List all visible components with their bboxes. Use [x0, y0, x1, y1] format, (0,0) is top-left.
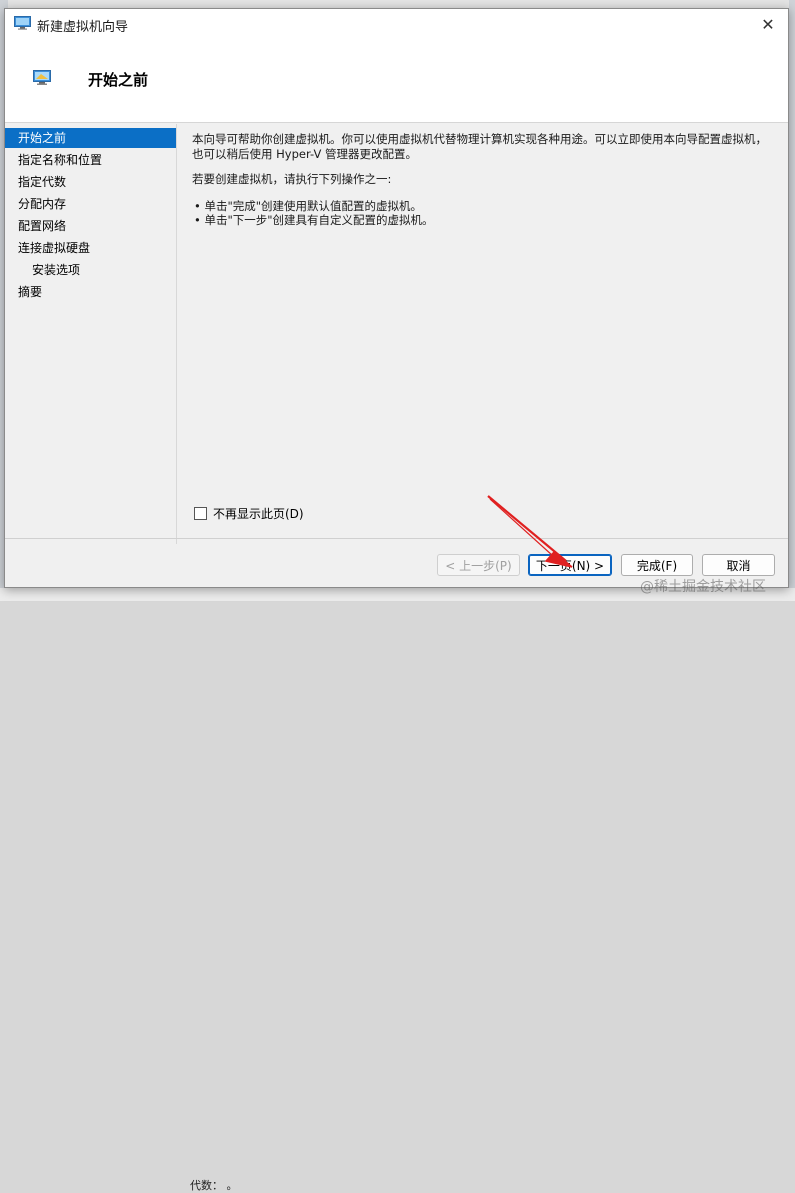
bullet-finish: • 单击"完成"创建使用默认值配置的虚拟机。	[194, 199, 423, 213]
window-title: 新建虚拟机向导	[37, 20, 129, 35]
close-icon: ✕	[761, 14, 775, 34]
finish-button[interactable]: 完成(F)	[621, 554, 693, 576]
nav-item-generation[interactable]: 指定代数	[5, 172, 176, 192]
nav-item-name-location[interactable]: 指定名称和位置	[5, 150, 176, 170]
wizard-header: 开始之前	[5, 39, 788, 123]
intro-paragraph: 本向导可帮助你创建虚拟机。你可以使用虚拟机代替物理计算机实现各种用途。可以立即使…	[192, 132, 767, 161]
cancel-button[interactable]: 取消	[702, 554, 775, 576]
dont-show-again-checkbox[interactable]	[194, 507, 207, 520]
dont-show-again-label[interactable]: 不再显示此页(D)	[213, 505, 304, 522]
nav-item-install-options[interactable]: 安装选项	[5, 260, 176, 280]
wizard-step-nav: 开始之前 指定名称和位置 指定代数 分配内存 配置网络 连接虚拟硬盘 安装选项 …	[5, 124, 177, 544]
monitor-icon	[33, 70, 51, 85]
nav-item-network[interactable]: 配置网络	[5, 216, 176, 236]
monitor-icon	[14, 16, 31, 30]
close-button[interactable]: ✕	[748, 9, 788, 39]
background-right-edge	[789, 0, 795, 601]
nav-item-virtual-disk[interactable]: 连接虚拟硬盘	[5, 238, 176, 258]
next-button[interactable]: 下一页(N) >	[528, 554, 612, 576]
instruction-paragraph: 若要创建虚拟机，请执行下列操作之一:	[192, 172, 392, 186]
nav-item-memory[interactable]: 分配内存	[5, 194, 176, 214]
dont-show-again-row[interactable]: 不再显示此页(D)	[194, 505, 304, 522]
previous-button[interactable]: < 上一步(P)	[437, 554, 520, 576]
watermark-text: @稀土掘金技术社区	[640, 579, 766, 595]
page-title: 开始之前	[88, 71, 149, 89]
nav-item-summary[interactable]: 摘要	[5, 282, 176, 302]
bullet-next: • 单击"下一步"创建具有自定义配置的虚拟机。	[194, 213, 434, 227]
nav-item-before-you-begin[interactable]: 开始之前	[5, 128, 176, 148]
new-vm-wizard-dialog: 新建虚拟机向导 ✕ 开始之前 开始之前 指定名称和位置 指定代数 分配内存 配置…	[4, 8, 789, 588]
title-bar[interactable]: 新建虚拟机向导 ✕	[5, 9, 788, 39]
background-bottom-text: 代数： 。	[190, 1179, 238, 1192]
footer-divider	[5, 538, 788, 539]
